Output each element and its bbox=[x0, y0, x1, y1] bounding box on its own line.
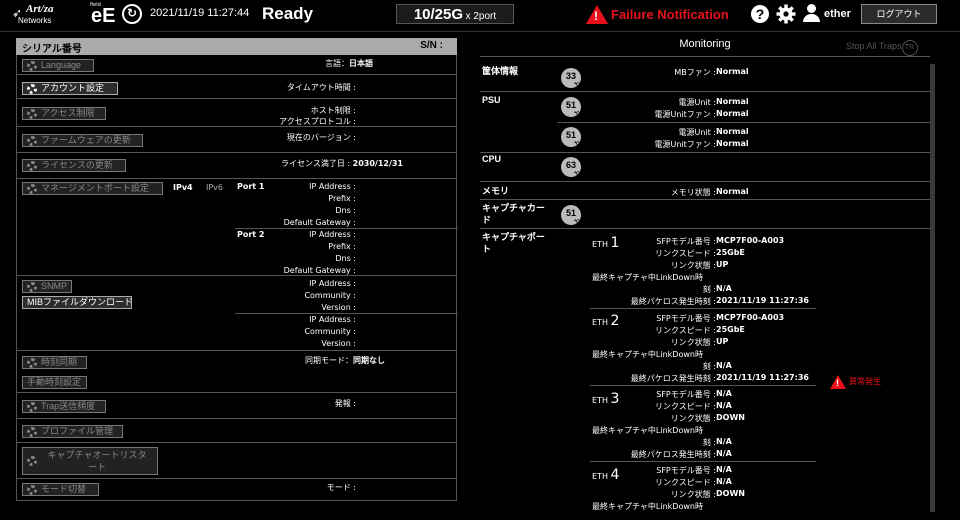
help-icon[interactable]: ? bbox=[751, 5, 769, 23]
header: ➶ Art/za Networks field eE ↻ 2021/11/19 … bbox=[0, 0, 960, 30]
snmp-button[interactable]: SNMP bbox=[22, 280, 72, 293]
access-section: アクセス制限 ホスト制限 : アクセスプロトコル : bbox=[16, 99, 457, 127]
gear-icon bbox=[27, 282, 37, 292]
gear-icon bbox=[27, 136, 37, 146]
temperature-badge: 51 ℃ bbox=[561, 127, 581, 147]
serial-bar: シリアル番号 S/N : bbox=[16, 38, 457, 55]
gear-icon bbox=[27, 358, 37, 368]
management-port-section: マネージメントポート設定 IPv4 IPv6 Port 1 IP Address… bbox=[16, 179, 458, 276]
product-logo: field eE bbox=[90, 2, 116, 27]
account-section: アカウント設定 タイムアウト時間 : bbox=[16, 75, 457, 99]
manual-time-button[interactable]: 手動時刻設定 bbox=[22, 376, 87, 389]
trap-frequency-button[interactable]: Trap送信頻度 bbox=[22, 400, 106, 413]
gear-icon bbox=[27, 456, 37, 466]
profile-management-button[interactable]: プロファイル管理 bbox=[22, 425, 123, 438]
status-text: Ready bbox=[262, 4, 314, 23]
temperature-badge: 33 ℃ bbox=[561, 68, 581, 88]
eth-port-label: ETH 4 bbox=[592, 467, 620, 483]
license-update-button[interactable]: ライセンスの更新 bbox=[22, 159, 126, 172]
language-button[interactable]: Language bbox=[22, 59, 94, 72]
header-divider bbox=[0, 31, 960, 32]
language-section: Language 言語：日本語 bbox=[16, 55, 457, 75]
trap-section: Trap送信頻度 発報 : bbox=[16, 393, 457, 419]
gear-icon bbox=[27, 402, 37, 412]
gear-icon bbox=[27, 184, 37, 194]
management-port-button[interactable]: マネージメントポート設定 bbox=[22, 182, 163, 195]
ipv4-tab[interactable]: IPv4 bbox=[173, 183, 193, 192]
firmware-update-button[interactable]: ファームウェアの更新 bbox=[22, 134, 143, 147]
logout-button[interactable]: ログアウト bbox=[861, 4, 937, 24]
capture-auto-restart-button[interactable]: キャプチャオートリスタ ート bbox=[22, 447, 158, 475]
temperature-badge: 51 ℃ bbox=[561, 97, 581, 117]
temperature-badge: 51 ℃ bbox=[561, 205, 581, 225]
trap-icon: TR bbox=[901, 40, 918, 56]
gear-icon bbox=[27, 84, 37, 94]
firmware-section: ファームウェアの更新 現在のバージョン : bbox=[16, 127, 457, 153]
mode-section: モード切替 モード : bbox=[16, 479, 457, 501]
mode-switch-button[interactable]: モード切替 bbox=[22, 483, 99, 496]
stop-all-traps-button[interactable]: Stop All Traps TR bbox=[846, 40, 918, 56]
username: ether bbox=[824, 8, 851, 20]
gear-icon bbox=[27, 109, 37, 119]
gear-icon[interactable] bbox=[776, 4, 796, 24]
eth-port-label: ETH 1 bbox=[592, 235, 620, 251]
profile-section: プロファイル管理 bbox=[16, 419, 457, 443]
access-restriction-button[interactable]: アクセス制限 bbox=[22, 107, 106, 120]
gear-icon bbox=[27, 427, 37, 437]
refresh-icon[interactable]: ↻ bbox=[122, 4, 142, 24]
mib-download-button[interactable]: MIBファイルダウンロード bbox=[22, 296, 133, 309]
settings-panel: シリアル番号 S/N : Language 言語：日本語 アカウント設定 タイム… bbox=[16, 38, 458, 508]
temperature-badge: 63 ℃ bbox=[561, 157, 581, 177]
artiza-logo: ➶ Art/za Networks bbox=[12, 3, 54, 25]
speed-badge: 10/25G x 2port bbox=[396, 4, 514, 24]
user-icon bbox=[802, 4, 820, 24]
current-datetime: 2021/11/19 11:27:44 bbox=[150, 7, 250, 19]
time-sync-section: 時刻同期 手動時刻設定 同期モード：同期なし bbox=[16, 351, 457, 393]
license-section: ライセンスの更新 ライセンス満了日 : 2030/12/31 bbox=[16, 153, 457, 179]
capture-restart-section: キャプチャオートリスタ ート bbox=[16, 443, 457, 479]
eth-port-label: ETH 2 bbox=[592, 313, 620, 329]
ipv6-tab[interactable]: IPv6 bbox=[206, 183, 223, 192]
time-sync-button[interactable]: 時刻同期 bbox=[22, 356, 87, 369]
gear-icon bbox=[27, 161, 37, 171]
account-settings-button[interactable]: アカウント設定 bbox=[22, 82, 118, 95]
snmp-section: SNMP MIBファイルダウンロード IP Address : Communit… bbox=[16, 276, 458, 351]
gear-icon bbox=[27, 61, 37, 71]
monitoring-panel: Monitoring Stop All Traps TR 筐体情報 33 ℃ MBフ… bbox=[480, 38, 940, 514]
eth-port-label: ETH 3 bbox=[592, 391, 620, 407]
scrollbar[interactable] bbox=[930, 64, 935, 512]
gear-icon bbox=[27, 485, 37, 495]
